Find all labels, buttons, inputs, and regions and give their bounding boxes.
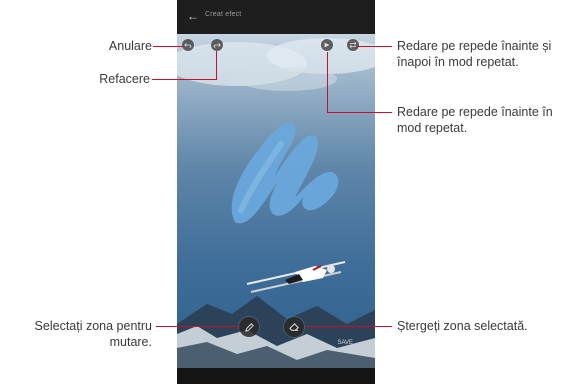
repeat-button[interactable] bbox=[347, 39, 359, 51]
play-forward-button[interactable] bbox=[321, 39, 333, 51]
redo-icon bbox=[213, 43, 221, 48]
back-arrow-icon[interactable]: ← bbox=[187, 10, 199, 22]
leader-erase bbox=[306, 326, 392, 327]
repeat-icon bbox=[349, 41, 357, 49]
callout-forward-line1: Redare pe repede înainte în bbox=[397, 105, 553, 119]
play-forward-icon bbox=[324, 42, 330, 48]
callout-select-line2: mutare. bbox=[109, 335, 152, 349]
leader-forward-vertical bbox=[327, 52, 328, 112]
select-area-button[interactable] bbox=[239, 317, 259, 337]
callout-repeat-line2: înapoi în mod repetat. bbox=[397, 55, 519, 69]
leader-undo bbox=[153, 46, 183, 47]
callout-erase: Ștergeți zona selectată. bbox=[397, 319, 528, 333]
callout-redo: Refacere bbox=[99, 72, 150, 86]
undo-icon bbox=[184, 43, 192, 48]
callout-forward: Redare pe repede înainte în mod repetat. bbox=[397, 104, 553, 136]
callout-select: Selectați zona pentru mutare. bbox=[6, 318, 152, 350]
photo-canvas[interactable]: SAVE bbox=[177, 34, 375, 368]
leader-forward bbox=[327, 112, 392, 113]
callout-forward-line2: mod repetat. bbox=[397, 121, 468, 135]
leader-select bbox=[156, 326, 240, 327]
app-bar: ← Creat efect bbox=[177, 0, 375, 34]
callout-repeat-line1: Redare pe repede înainte și bbox=[397, 39, 552, 53]
leader-redo bbox=[152, 79, 216, 80]
app-title: Creat efect bbox=[205, 11, 242, 18]
eraser-icon bbox=[288, 322, 299, 331]
photo-scene bbox=[177, 38, 375, 368]
redo-button[interactable] bbox=[211, 39, 223, 51]
undo-button[interactable] bbox=[182, 39, 194, 51]
navigation-bar bbox=[177, 368, 375, 384]
leader-repeat bbox=[356, 46, 392, 47]
callout-select-line1: Selectați zona pentru bbox=[34, 319, 152, 333]
leader-redo-vertical bbox=[216, 51, 217, 80]
pencil-icon bbox=[244, 322, 254, 332]
callout-repeat: Redare pe repede înainte și înapoi în mo… bbox=[397, 38, 551, 70]
save-button[interactable]: SAVE bbox=[337, 340, 353, 346]
callout-undo: Anulare bbox=[108, 39, 152, 53]
erase-area-button[interactable] bbox=[284, 317, 304, 337]
